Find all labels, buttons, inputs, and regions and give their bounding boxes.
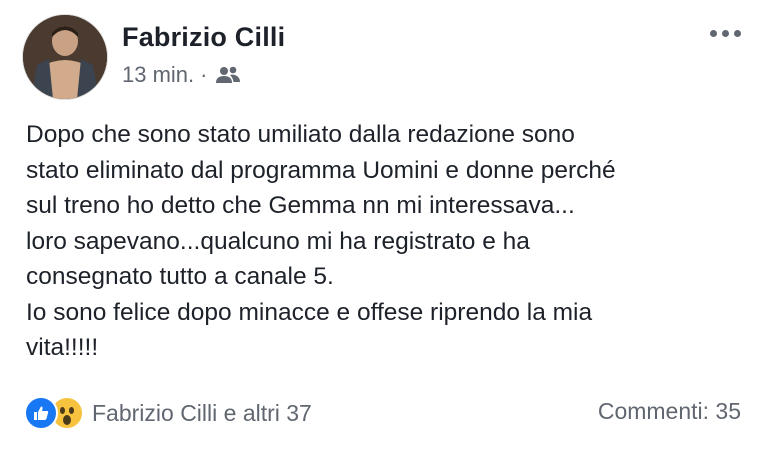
- avatar-image: [23, 15, 107, 99]
- post-meta: 13 min. ·: [122, 62, 241, 88]
- author-avatar[interactable]: [22, 14, 108, 100]
- reaction-icons: [24, 396, 84, 430]
- facebook-post: Fabrizio Cilli 13 min. · Dopo che sono s…: [0, 0, 767, 451]
- author-name[interactable]: Fabrizio Cilli: [122, 22, 285, 53]
- more-dot: [710, 30, 717, 37]
- friends-icon[interactable]: [215, 65, 241, 85]
- meta-separator: ·: [200, 62, 208, 87]
- more-dot: [734, 30, 741, 37]
- post-timestamp[interactable]: 13 min.: [122, 62, 194, 88]
- post-text: Dopo che sono stato umiliato dalla redaz…: [26, 121, 616, 361]
- wow-eye-left: [60, 407, 65, 414]
- wow-eye-right: [69, 407, 74, 414]
- comments-count[interactable]: Commenti: 35: [598, 398, 741, 425]
- more-dot: [722, 30, 729, 37]
- more-options-icon[interactable]: [710, 30, 741, 37]
- wow-mouth: [63, 415, 71, 425]
- reactions-text[interactable]: Fabrizio Cilli e altri 37: [92, 400, 312, 427]
- like-icon: [24, 396, 58, 430]
- reactions-summary[interactable]: Fabrizio Cilli e altri 37: [24, 396, 312, 430]
